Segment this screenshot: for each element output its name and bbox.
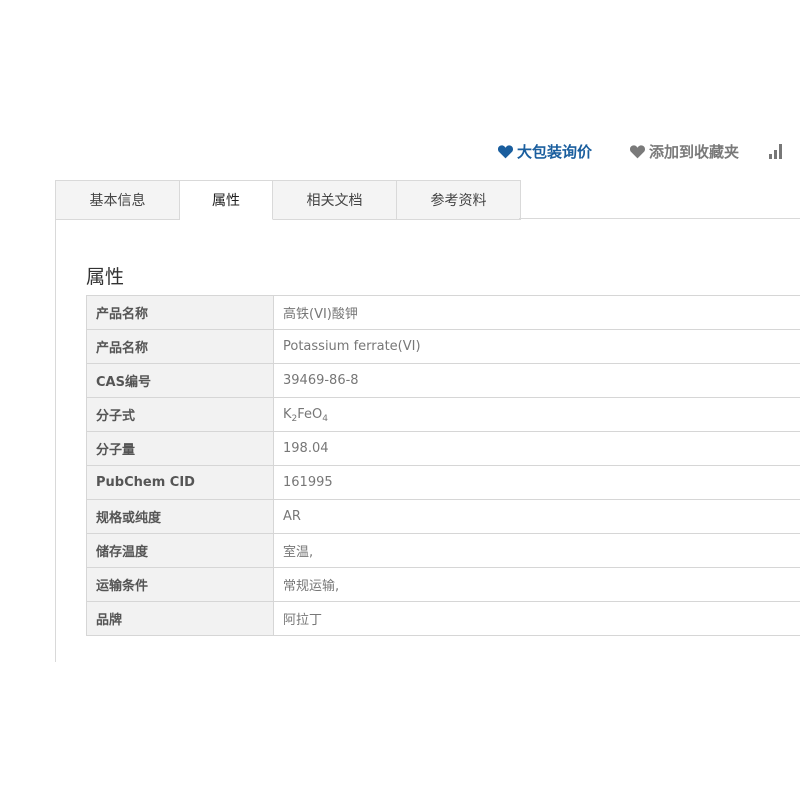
properties-table: 产品名称 高铁(VI)酸钾 产品名称 Potassium ferrate(VI)… [86, 295, 800, 636]
tab-divider [519, 218, 800, 219]
tab-basic-info[interactable]: 基本信息 [55, 180, 180, 220]
molecular-formula-value: K2FeO4 [273, 397, 800, 432]
bar-chart-icon [769, 154, 773, 159]
table-row: 规格或纯度 AR [86, 499, 800, 534]
section-title: 属性 [86, 266, 125, 288]
table-row: 运输条件 常规运输, [86, 567, 800, 602]
table-row: 产品名称 高铁(VI)酸钾 [86, 295, 800, 330]
tab-bar: 基本信息 属性 相关文档 参考资料 [55, 180, 521, 220]
property-label: 品牌 [86, 601, 274, 636]
panel-border [55, 219, 56, 662]
table-row: 分子量 198.04 [86, 431, 800, 466]
formula-part: FeO [297, 407, 323, 422]
property-label: 产品名称 [86, 295, 274, 330]
bar-chart-icon-bar [774, 150, 778, 159]
property-value: 161995 [273, 465, 800, 500]
action-bar: 大包装询价 添加到收藏夹 [497, 141, 784, 161]
property-value: 39469-86-8 [273, 363, 800, 398]
tab-label: 基本信息 [89, 193, 146, 209]
tab-label: 参考资料 [430, 193, 487, 209]
tab-related-docs[interactable]: 相关文档 [273, 180, 397, 220]
table-row: 分子式 K2FeO4 [86, 397, 800, 432]
compare-link[interactable] [769, 143, 784, 159]
table-row: 产品名称 Potassium ferrate(VI) [86, 329, 800, 364]
table-row: 品牌 阿拉丁 [86, 601, 800, 636]
formula-part: K [283, 407, 292, 422]
property-label: 运输条件 [86, 567, 274, 602]
tab-label: 属性 [212, 193, 240, 209]
formula-subscript: 4 [322, 414, 328, 424]
add-favorite-label: 添加到收藏夹 [649, 142, 740, 161]
property-label: 规格或纯度 [86, 499, 274, 534]
property-label: 分子量 [86, 431, 274, 466]
product-page: 大包装询价 添加到收藏夹 基本信息 属性 相关文档 参考资料 属性 产品名称 高… [0, 0, 800, 800]
table-row: PubChem CID 161995 [86, 465, 800, 500]
property-label: 储存温度 [86, 533, 274, 568]
heart-icon [630, 144, 646, 158]
property-label: 分子式 [86, 397, 274, 432]
property-value: 室温, [273, 533, 800, 568]
table-row: CAS编号 39469-86-8 [86, 363, 800, 398]
property-value: Potassium ferrate(VI) [273, 329, 800, 364]
tab-references[interactable]: 参考资料 [397, 180, 521, 220]
property-value: 高铁(VI)酸钾 [273, 295, 800, 330]
add-favorite-link[interactable]: 添加到收藏夹 [629, 141, 739, 162]
heart-icon [497, 144, 514, 158]
property-value: 198.04 [273, 431, 800, 466]
property-value: 阿拉丁 [273, 601, 800, 636]
table-row: 储存温度 室温, [86, 533, 800, 568]
bar-chart-icon-bar [779, 144, 783, 159]
property-value: AR [273, 499, 800, 534]
tab-properties[interactable]: 属性 [180, 180, 273, 220]
property-label: CAS编号 [86, 363, 274, 398]
bulk-inquiry-label: 大包装询价 [517, 142, 593, 161]
tab-label: 相关文档 [306, 193, 363, 209]
property-label: PubChem CID [86, 465, 274, 500]
bulk-inquiry-link[interactable]: 大包装询价 [497, 141, 592, 162]
property-value: 常规运输, [273, 567, 800, 602]
property-label: 产品名称 [86, 329, 274, 364]
